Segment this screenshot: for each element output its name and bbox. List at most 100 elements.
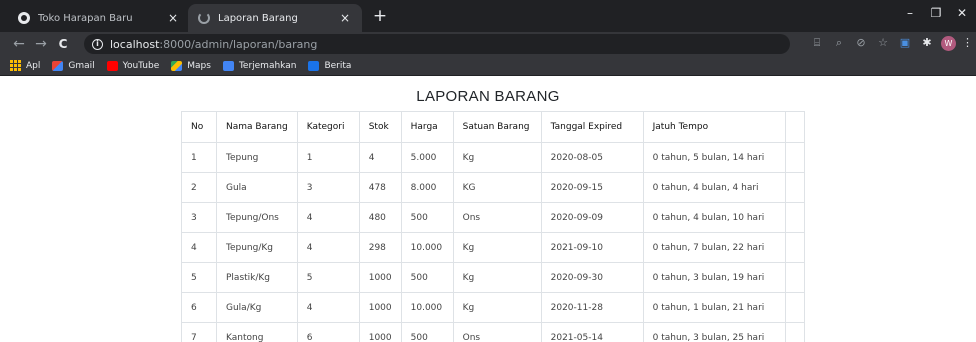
gmail-icon	[52, 60, 64, 71]
col-header	[784, 111, 805, 143]
table-cell: 4	[358, 142, 402, 173]
table-cell: Gula	[216, 172, 298, 203]
table-cell: 298	[358, 232, 402, 263]
table-body: 1 Tepung 1 4 5.000 Kg 2020-08-05 0 tahun, 5 bul…	[181, 142, 805, 342]
url-host: localhost	[110, 37, 160, 51]
bookmark-apps[interactable]: Apl	[10, 60, 40, 71]
table-cell	[784, 232, 805, 263]
tab-toko-harapan-baru[interactable]: Toko Harapan Baru ×	[8, 4, 190, 32]
table-cell: Kg	[452, 232, 542, 263]
table-cell: 0 tahun, 4 bulan, 4 hari	[642, 172, 786, 203]
col-header: Nama Barang	[216, 111, 298, 143]
profile-avatar[interactable]: W	[941, 35, 956, 51]
forward-button[interactable]: →	[30, 36, 52, 52]
table-cell	[784, 292, 805, 323]
table-cell: Ons	[452, 322, 542, 342]
menu-kebab-icon[interactable]: ⋮	[962, 35, 973, 51]
url-path: :8000/admin/laporan/barang	[159, 37, 318, 51]
bookmark-youtube[interactable]: YouTube	[106, 60, 160, 71]
bookmark-gmail[interactable]: Gmail	[52, 60, 95, 71]
col-header: Tanggal Expired	[540, 111, 644, 143]
bookmark-label: YouTube	[122, 60, 160, 71]
table-row: 5 Plastik/Kg 5 1000 500 Kg 2020-09-30 0 tahun, …	[181, 262, 805, 293]
table-cell: 2020-08-05	[540, 142, 644, 173]
minimize-button[interactable]: –	[900, 6, 920, 20]
table-cell	[784, 322, 805, 342]
table-row: 7 Kantong 6 1000 500 Ons 2021-05-14 0 tahun, 3 …	[181, 322, 805, 342]
apps-grid-icon	[10, 60, 21, 71]
bookmark-star-icon[interactable]: ☆	[875, 35, 891, 51]
table-cell: 10.000	[400, 232, 454, 263]
table-cell: 10.000	[400, 292, 454, 323]
table-cell: 5.000	[400, 142, 454, 173]
table-cell: Tepung/Kg	[216, 232, 298, 263]
table-cell: 5	[296, 262, 360, 293]
extension-translate-icon[interactable]: ▣	[897, 35, 913, 51]
table-cell: 2	[181, 172, 217, 203]
table-cell	[784, 202, 805, 233]
table-cell: 0 tahun, 3 bulan, 25 hari	[642, 322, 786, 342]
close-window-button[interactable]: ✕	[952, 6, 972, 20]
tab-close-icon[interactable]: ×	[338, 11, 352, 25]
table-cell: Plastik/Kg	[216, 262, 298, 293]
bookmark-translate[interactable]: Terjemahkan	[222, 60, 297, 71]
table-cell: 2021-09-10	[540, 232, 644, 263]
page-content: LAPORAN BARANG No Nama Barang Kategori S…	[0, 76, 976, 342]
table-cell: Kantong	[216, 322, 298, 342]
youtube-icon	[106, 60, 118, 71]
table-cell: 8.000	[400, 172, 454, 203]
table-row: 6 Gula/Kg 4 1000 10.000 Kg 2020-11-28 0 tahun, …	[181, 292, 805, 323]
table-cell: 2020-09-09	[540, 202, 644, 233]
table-row: 4 Tepung/Kg 4 298 10.000 Kg 2021-09-10 0 tahun,…	[181, 232, 805, 263]
col-header: Stok	[358, 111, 402, 143]
table-cell: Gula/Kg	[216, 292, 298, 323]
col-header: Jatuh Tempo	[642, 111, 786, 143]
table-cell	[784, 172, 805, 203]
news-icon	[308, 60, 320, 71]
reload-button[interactable]: C	[52, 37, 74, 51]
new-tab-button[interactable]: +	[370, 6, 390, 26]
table-cell: 6	[181, 292, 217, 323]
table-cell: 1	[296, 142, 360, 173]
translate-icon[interactable]: ⌸	[809, 35, 825, 51]
table-cell	[784, 262, 805, 293]
maps-icon	[171, 60, 183, 71]
bookmark-maps[interactable]: Maps	[171, 60, 211, 71]
table-cell: 0 tahun, 4 bulan, 10 hari	[642, 202, 786, 233]
bookmark-label: Gmail	[68, 60, 95, 71]
bookmark-label: Terjemahkan	[238, 60, 297, 71]
loading-favicon-icon	[198, 12, 210, 24]
translate-icon	[222, 60, 234, 71]
table-row: 2 Gula 3 478 8.000 KG 2020-09-15 0 tahun, 4 bul…	[181, 172, 805, 203]
table-cell: 500	[400, 322, 454, 342]
extensions-puzzle-icon[interactable]: ✱	[919, 35, 935, 51]
back-button[interactable]: ←	[8, 36, 30, 52]
table-cell: 2020-09-30	[540, 262, 644, 293]
col-header: Kategori	[296, 111, 360, 143]
table-cell: 4	[296, 292, 360, 323]
eye-off-icon[interactable]: ⊘	[853, 35, 869, 51]
bookmark-news[interactable]: Berita	[308, 60, 352, 71]
table-cell: 500	[400, 262, 454, 293]
site-info-icon[interactable]: i	[92, 38, 103, 50]
restore-button[interactable]: ❐	[926, 6, 946, 20]
table-cell: 2020-11-28	[540, 292, 644, 323]
table-cell: 0 tahun, 7 bulan, 22 hari	[642, 232, 786, 263]
zoom-icon[interactable]: ⌕	[831, 35, 847, 51]
table-cell: Kg	[452, 262, 542, 293]
bookmark-label: Berita	[324, 60, 352, 71]
address-bar[interactable]: i localhost:8000/admin/laporan/barang	[84, 34, 790, 54]
col-header: Satuan Barang	[452, 111, 542, 143]
table-row: 1 Tepung 1 4 5.000 Kg 2020-08-05 0 tahun, 5 bul…	[181, 142, 805, 173]
table-cell: 1	[181, 142, 217, 173]
tab-title: Laporan Barang	[218, 12, 298, 24]
table-cell: Kg	[452, 142, 542, 173]
table-cell: 1000	[358, 262, 402, 293]
table-cell: 2021-05-14	[540, 322, 644, 342]
table-cell: 500	[400, 202, 454, 233]
tab-close-icon[interactable]: ×	[166, 11, 180, 25]
table-cell: 1000	[358, 292, 402, 323]
table-header-row: No Nama Barang Kategori Stok Harga Satua…	[181, 111, 805, 143]
table-cell: Tepung	[216, 142, 298, 173]
tab-laporan-barang[interactable]: Laporan Barang ×	[188, 4, 362, 32]
